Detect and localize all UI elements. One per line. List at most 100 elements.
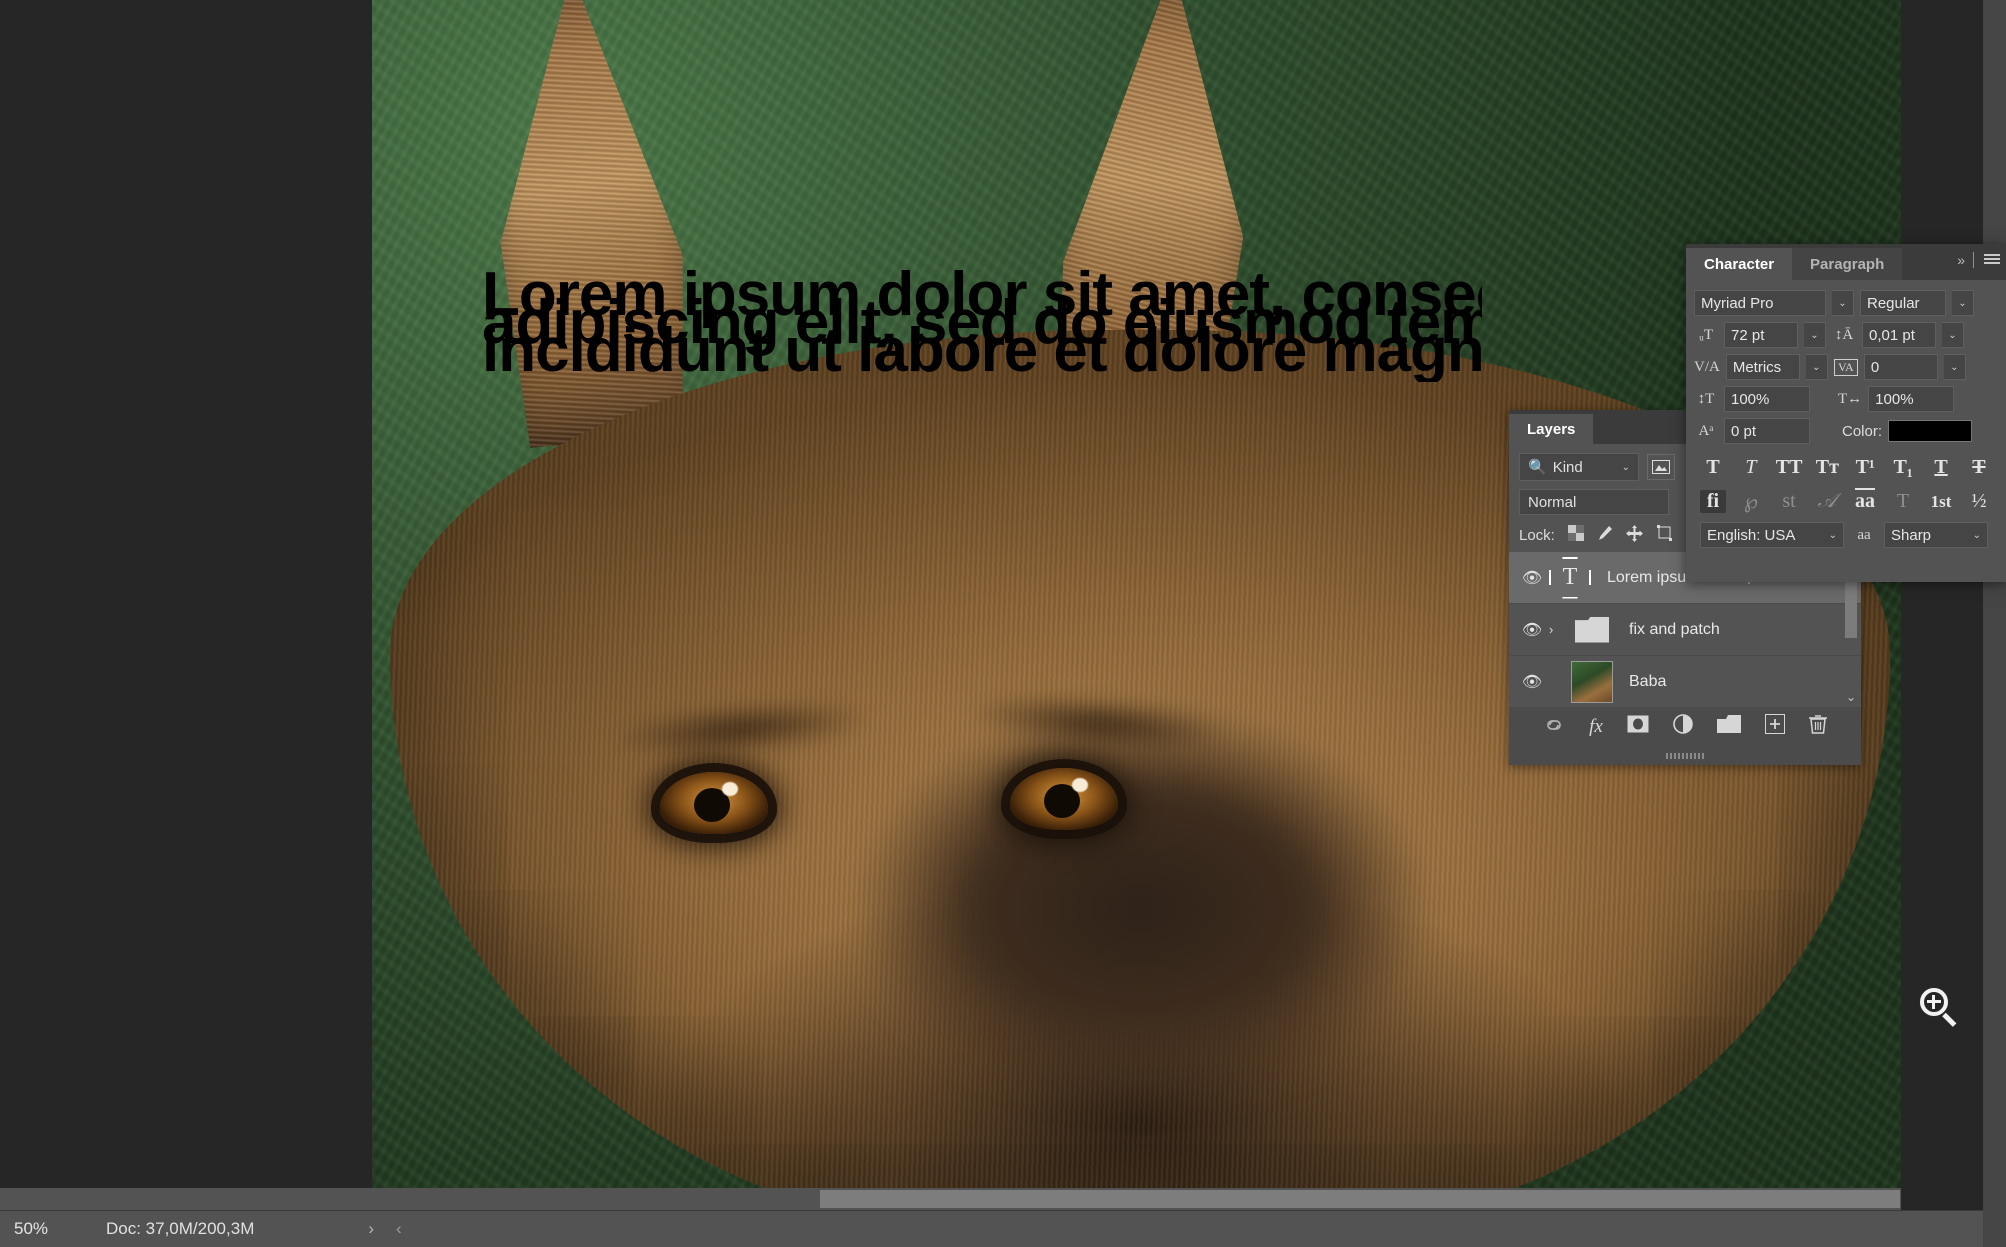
vertical-scale-field[interactable]: 100% — [1724, 386, 1810, 412]
layer-name[interactable]: Baba — [1613, 673, 1666, 691]
all-caps-button[interactable]: TT — [1776, 456, 1803, 479]
tab-paragraph[interactable]: Paragraph — [1792, 248, 1902, 280]
layer-visibility-icon[interactable]: 👁 — [1515, 620, 1549, 640]
magnifier-handle — [1942, 1013, 1956, 1027]
kerning-field[interactable]: Metrics — [1726, 354, 1800, 380]
scale-row: ↕T 100% T↔ 100% — [1694, 386, 1998, 412]
table-row[interactable]: 👁 Baba — [1509, 656, 1861, 707]
titling-alternates-button[interactable]: T — [1890, 490, 1916, 513]
photoshop-window: Lorem ipsum dolor sit amet, consectetur … — [0, 0, 2006, 1247]
fx-icon[interactable]: fx — [1589, 716, 1603, 738]
discretionary-ligatures-button[interactable]: st — [1776, 490, 1802, 513]
delete-icon[interactable] — [1809, 714, 1827, 740]
font-family-field[interactable]: Myriad Pro — [1694, 290, 1826, 316]
table-row[interactable]: 👁 › fix and patch — [1509, 604, 1861, 656]
baseline-color-row: Aᵃ 0 pt Color: — [1694, 418, 1998, 444]
dog-right-eye — [1010, 768, 1118, 830]
magnifier-plus-vertical — [1932, 995, 1935, 1009]
text-line-3: incididunt ut labore et dolore magna ali… — [482, 320, 1482, 382]
scroll-down-arrow[interactable]: ⌄ — [1843, 690, 1859, 704]
mask-icon[interactable] — [1627, 715, 1649, 739]
pixel-filter-icon[interactable] — [1647, 454, 1675, 480]
canvas-text-layer[interactable]: Lorem ipsum dolor sit amet, consectetur … — [482, 262, 1482, 382]
ordinals-button[interactable]: 1st — [1928, 492, 1954, 512]
lock-transparency-icon[interactable] — [1568, 525, 1584, 545]
kerning-tracking-row: V/A Metrics ⌄ VA 0 ⌄ — [1694, 354, 1998, 380]
horizontal-scale-icon: T↔ — [1838, 391, 1862, 408]
link-icon[interactable] — [1543, 716, 1565, 738]
subscript-button[interactable]: T₁ — [1890, 456, 1916, 479]
zoom-in-cursor — [1920, 988, 1958, 1026]
small-caps-button[interactable]: Tᴛ — [1814, 456, 1840, 479]
chevron-down-icon[interactable]: ⌄ — [1829, 530, 1837, 541]
layer-visibility-icon[interactable]: 👁 — [1515, 568, 1549, 588]
swash-button[interactable]: 𝒜 — [1814, 490, 1840, 513]
tab-character[interactable]: Character — [1686, 248, 1792, 280]
dog-left-eye — [660, 772, 768, 834]
layer-name[interactable]: fix and patch — [1613, 621, 1720, 639]
text-color-swatch[interactable] — [1888, 420, 1972, 442]
language-select[interactable]: English: USA ⌄ — [1700, 522, 1844, 548]
document-size-info: Doc: 37,0M/200,3M — [96, 1219, 254, 1239]
superscript-button[interactable]: T¹ — [1852, 456, 1878, 479]
right-panel-dock-strip — [1983, 0, 2006, 1247]
horizontal-scale-field[interactable]: 100% — [1868, 386, 1954, 412]
search-icon: 🔍 — [1528, 458, 1547, 476]
zoom-level-field[interactable]: 50% — [0, 1219, 96, 1239]
hamburger-menu-icon[interactable] — [1984, 254, 2000, 266]
blend-mode-select[interactable]: Normal — [1519, 489, 1669, 515]
kerning-dropdown-icon[interactable]: ⌄ — [1806, 354, 1828, 380]
antialias-icon: aa — [1852, 527, 1876, 544]
layer-image-thumbnail — [1571, 661, 1613, 703]
layer-folder-thumbnail — [1571, 609, 1613, 651]
strikethrough-button[interactable]: T — [1966, 456, 1992, 479]
leading-icon: ↕Ā — [1832, 327, 1856, 344]
antialias-select[interactable]: Sharp ⌄ — [1884, 522, 1988, 548]
new-layer-icon[interactable] — [1765, 714, 1785, 740]
font-family-dropdown-icon[interactable]: ⌄ — [1832, 290, 1854, 316]
fractions-button[interactable]: ½ — [1966, 490, 1992, 513]
tab-layers[interactable]: Layers — [1509, 414, 1593, 444]
font-size-field[interactable]: 72 pt — [1724, 322, 1798, 348]
standard-ligatures-button[interactable]: fi — [1700, 490, 1726, 513]
font-style-field[interactable]: Regular — [1860, 290, 1946, 316]
size-leading-row: ᵤT 72 pt ⌄ ↕Ā 0,01 pt ⌄ — [1694, 322, 1998, 348]
font-size-dropdown-icon[interactable]: ⌄ — [1804, 322, 1826, 348]
group-icon[interactable] — [1717, 715, 1741, 739]
contextual-alternates-button[interactable]: ℘ — [1738, 489, 1764, 514]
chevron-down-icon[interactable]: ⌄ — [1622, 462, 1630, 473]
character-panel-tab-actions: » — [1957, 252, 2000, 268]
font-style-dropdown-icon[interactable]: ⌄ — [1952, 290, 1974, 316]
lock-artboard-icon[interactable] — [1656, 525, 1673, 545]
lock-label: Lock: — [1519, 527, 1555, 544]
status-collapse-arrow[interactable]: ‹ — [396, 1219, 402, 1239]
kerning-icon: V/A — [1694, 359, 1720, 376]
layers-panel-resize-grip[interactable] — [1509, 747, 1861, 765]
status-expand-arrow[interactable]: › — [368, 1219, 374, 1239]
collapse-panel-icon[interactable]: » — [1957, 252, 1963, 268]
character-panel-tabbar: Character Paragraph » — [1686, 244, 2006, 280]
group-disclosure-icon[interactable]: › — [1549, 622, 1571, 637]
chevron-down-icon[interactable]: ⌄ — [1973, 530, 1981, 541]
lock-brush-icon[interactable] — [1597, 525, 1613, 546]
leading-dropdown-icon[interactable]: ⌄ — [1942, 322, 1964, 348]
layer-kind-filter[interactable]: 🔍 Kind ⌄ — [1519, 453, 1639, 481]
tracking-field[interactable]: 0 — [1864, 354, 1938, 380]
lock-move-icon[interactable] — [1626, 525, 1643, 546]
layer-visibility-icon[interactable]: 👁 — [1515, 672, 1549, 692]
divider — [1973, 252, 1974, 268]
leading-field[interactable]: 0,01 pt — [1862, 322, 1936, 348]
faux-bold-button[interactable]: T — [1700, 456, 1726, 479]
tracking-dropdown-icon[interactable]: ⌄ — [1944, 354, 1966, 380]
adjustment-icon[interactable] — [1673, 714, 1693, 740]
baseline-shift-field[interactable]: 0 pt — [1724, 418, 1810, 444]
faux-italic-button[interactable]: T — [1738, 456, 1764, 479]
canvas-horizontal-scrollbar[interactable] — [0, 1188, 1901, 1210]
dog-muzzle — [802, 700, 1482, 1210]
underline-button[interactable]: T — [1928, 456, 1954, 479]
oldstyle-button[interactable]: aa — [1852, 490, 1878, 513]
folder-icon — [1575, 617, 1609, 643]
character-style-buttons: T T TT Tᴛ T¹ T₁ T T — [1694, 450, 1998, 483]
language-antialias-row: English: USA ⌄ aa Sharp ⌄ — [1694, 518, 1998, 552]
scrollbar-thumb[interactable] — [820, 1190, 1900, 1208]
